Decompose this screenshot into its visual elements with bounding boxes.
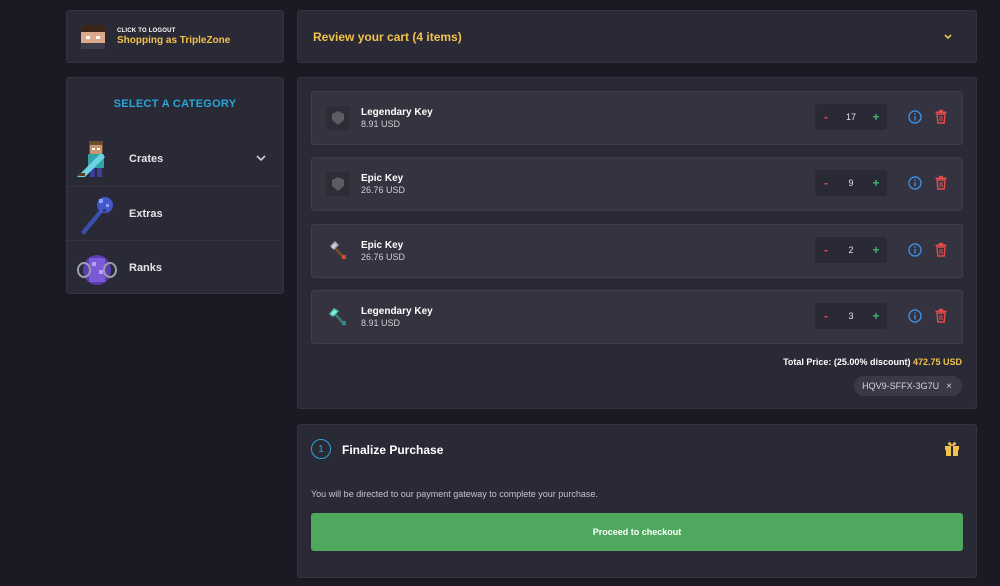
shield-icon xyxy=(326,106,350,130)
decrease-quantity-button[interactable]: - xyxy=(815,303,837,329)
remove-coupon-button[interactable]: × xyxy=(946,381,952,392)
quantity-stepper: - 3 + xyxy=(815,303,887,329)
cart-title: Review your cart (4 items) xyxy=(313,30,462,44)
pickaxe-icon xyxy=(326,305,350,329)
item-price: 8.91 USD xyxy=(361,119,400,129)
info-icon[interactable] xyxy=(908,243,922,257)
cart-items-panel: Legendary Key 8.91 USD - 17 + Epic Key 2… xyxy=(297,77,977,409)
trash-icon[interactable] xyxy=(934,109,948,124)
cart-item-row: Epic Key 26.76 USD - 2 + xyxy=(311,224,963,278)
cart-review-header[interactable]: Review your cart (4 items) xyxy=(297,10,977,63)
finalize-description: You will be directed to our payment gate… xyxy=(311,489,598,499)
total-label: Total Price: (25.00% discount) xyxy=(783,357,910,367)
decrease-quantity-button[interactable]: - xyxy=(815,170,837,196)
info-icon[interactable] xyxy=(908,110,922,124)
coupon-code: HQV9-SFFX-3G7U xyxy=(862,381,939,391)
quantity-stepper: - 17 + xyxy=(815,104,887,130)
chevron-down-icon[interactable] xyxy=(255,152,267,164)
crates-icon xyxy=(75,137,119,181)
increase-quantity-button[interactable]: + xyxy=(865,104,887,130)
avatar xyxy=(81,25,105,49)
quantity-stepper: - 9 + xyxy=(815,170,887,196)
sidebar-item-label: Ranks xyxy=(129,262,162,274)
increase-quantity-button[interactable]: + xyxy=(865,170,887,196)
extras-icon xyxy=(75,192,119,236)
trash-icon[interactable] xyxy=(934,175,948,190)
item-price: 8.91 USD xyxy=(361,318,400,328)
gift-icon xyxy=(944,440,960,457)
quantity-value[interactable]: 17 xyxy=(837,112,865,122)
trash-icon[interactable] xyxy=(934,308,948,323)
item-price: 26.76 USD xyxy=(361,185,405,195)
item-price: 26.76 USD xyxy=(361,252,405,262)
step-number: 1 xyxy=(311,439,331,459)
sidebar-item-extras[interactable]: Extras xyxy=(67,186,283,240)
quantity-value[interactable]: 9 xyxy=(837,178,865,188)
logout-user-box[interactable]: CLICK TO LOGOUT Shopping as TripleZone xyxy=(66,10,284,63)
increase-quantity-button[interactable]: + xyxy=(865,237,887,263)
logout-label[interactable]: CLICK TO LOGOUT xyxy=(117,28,230,34)
sidebar-item-label: Extras xyxy=(129,208,163,220)
item-name: Legendary Key xyxy=(361,107,433,118)
proceed-to-checkout-button[interactable]: Proceed to checkout xyxy=(311,513,963,551)
cart-item-row: Legendary Key 8.91 USD - 17 + xyxy=(311,91,963,145)
category-panel: SELECT A CATEGORY Crates xyxy=(66,77,284,294)
sidebar-item-ranks[interactable]: Ranks xyxy=(67,240,283,294)
item-name: Epic Key xyxy=(361,240,403,251)
increase-quantity-button[interactable]: + xyxy=(865,303,887,329)
info-icon[interactable] xyxy=(908,176,922,190)
quantity-value[interactable]: 2 xyxy=(837,245,865,255)
shopping-as-label[interactable]: Shopping as TripleZone xyxy=(117,36,230,46)
decrease-quantity-button[interactable]: - xyxy=(815,104,837,130)
ranks-icon xyxy=(75,246,119,290)
cart-item-row: Epic Key 26.76 USD - 9 + xyxy=(311,157,963,211)
sidebar-item-crates[interactable]: Crates xyxy=(67,132,283,186)
category-title: SELECT A CATEGORY xyxy=(67,98,283,110)
total-amount: 472.75 USD xyxy=(913,357,962,367)
info-icon[interactable] xyxy=(908,309,922,323)
item-name: Legendary Key xyxy=(361,306,433,317)
trash-icon[interactable] xyxy=(934,242,948,257)
finalize-title: Finalize Purchase xyxy=(342,443,443,457)
shield-icon xyxy=(326,172,350,196)
quantity-value[interactable]: 3 xyxy=(837,311,865,321)
coupon-chip: HQV9-SFFX-3G7U × xyxy=(854,376,962,396)
chevron-down-icon[interactable] xyxy=(942,29,954,43)
decrease-quantity-button[interactable]: - xyxy=(815,237,837,263)
sidebar-item-label: Crates xyxy=(129,153,163,165)
finalize-purchase-panel: 1 Finalize Purchase You will be directed… xyxy=(297,424,977,578)
item-name: Epic Key xyxy=(361,173,403,184)
cart-item-row: Legendary Key 8.91 USD - 3 + xyxy=(311,290,963,344)
total-price: Total Price: (25.00% discount) 472.75 US… xyxy=(783,357,962,367)
quantity-stepper: - 2 + xyxy=(815,237,887,263)
axe-icon xyxy=(326,239,350,263)
